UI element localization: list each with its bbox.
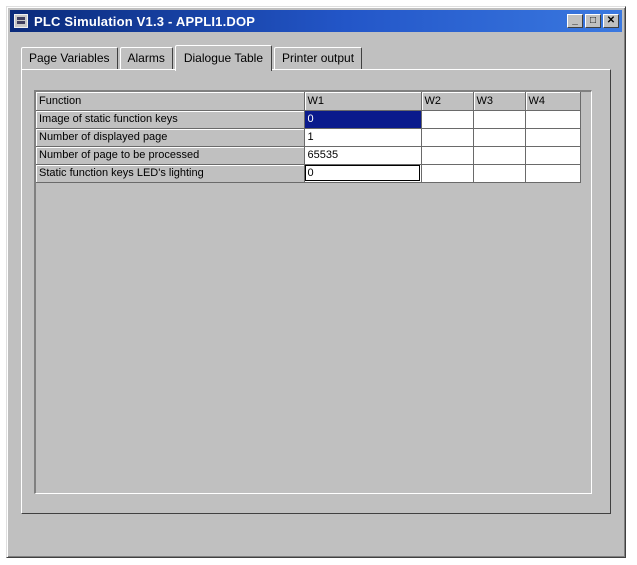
column-header-function: Function bbox=[36, 92, 305, 111]
table-cell[interactable] bbox=[525, 128, 581, 147]
dialogue-table: Function W1 W2 W3 W4 Image of static fun… bbox=[36, 92, 581, 183]
header-row: Function W1 W2 W3 W4 bbox=[36, 92, 581, 111]
table-cell[interactable]: 65535 bbox=[304, 146, 422, 165]
plc-simulation-window: PLC Simulation V1.3 - APPLI1.DOP _ □ ✕ P… bbox=[6, 6, 626, 558]
table-cell[interactable] bbox=[421, 146, 474, 165]
dialogue-table-panel: Function W1 W2 W3 W4 Image of static fun… bbox=[21, 69, 611, 514]
tab-dialogue-table[interactable]: Dialogue Table bbox=[174, 45, 273, 71]
row-label: Static function keys LED's lighting bbox=[36, 164, 305, 183]
minimize-button[interactable]: _ bbox=[567, 14, 583, 28]
column-header-w1: W1 bbox=[304, 92, 422, 111]
table-row: Image of static function keys 0 bbox=[36, 110, 581, 129]
table-cell[interactable] bbox=[473, 164, 526, 183]
table-cell[interactable] bbox=[473, 146, 526, 165]
table-cell[interactable] bbox=[525, 110, 581, 129]
table-cell[interactable] bbox=[473, 110, 526, 129]
table-cell[interactable] bbox=[525, 146, 581, 165]
window-controls: _ □ ✕ bbox=[567, 14, 619, 28]
row-label: Number of page to be processed bbox=[36, 146, 305, 165]
tab-page-variables[interactable]: Page Variables bbox=[21, 47, 118, 69]
window-title: PLC Simulation V1.3 - APPLI1.DOP bbox=[34, 13, 256, 29]
tab-alarms[interactable]: Alarms bbox=[119, 47, 173, 69]
table-cell[interactable]: 0 bbox=[304, 110, 422, 129]
tab-strip: Page Variables Alarms Dialogue Table Pri… bbox=[21, 45, 364, 71]
close-button[interactable]: ✕ bbox=[603, 14, 619, 28]
maximize-button[interactable]: □ bbox=[585, 14, 601, 28]
table-cell[interactable] bbox=[421, 164, 474, 183]
table-cell[interactable] bbox=[473, 128, 526, 147]
table-cell[interactable] bbox=[421, 128, 474, 147]
row-label: Image of static function keys bbox=[36, 110, 305, 129]
table-row: Static function keys LED's lighting 0 bbox=[36, 164, 581, 183]
dialogue-grid[interactable]: Function W1 W2 W3 W4 Image of static fun… bbox=[34, 90, 592, 494]
table-cell[interactable] bbox=[525, 164, 581, 183]
table-row: Number of page to be processed 65535 bbox=[36, 146, 581, 165]
column-header-w3: W3 bbox=[473, 92, 526, 111]
tab-printer-output[interactable]: Printer output bbox=[274, 47, 363, 69]
column-header-w4: W4 bbox=[525, 92, 581, 111]
title-bar[interactable]: PLC Simulation V1.3 - APPLI1.DOP _ □ ✕ bbox=[10, 10, 622, 32]
row-label: Number of displayed page bbox=[36, 128, 305, 147]
table-cell[interactable]: 0 bbox=[304, 164, 422, 183]
table-cell[interactable] bbox=[421, 110, 474, 129]
table-row: Number of displayed page 1 bbox=[36, 128, 581, 147]
column-header-w2: W2 bbox=[421, 92, 474, 111]
table-cell[interactable]: 1 bbox=[304, 128, 422, 147]
app-icon[interactable] bbox=[14, 14, 28, 28]
